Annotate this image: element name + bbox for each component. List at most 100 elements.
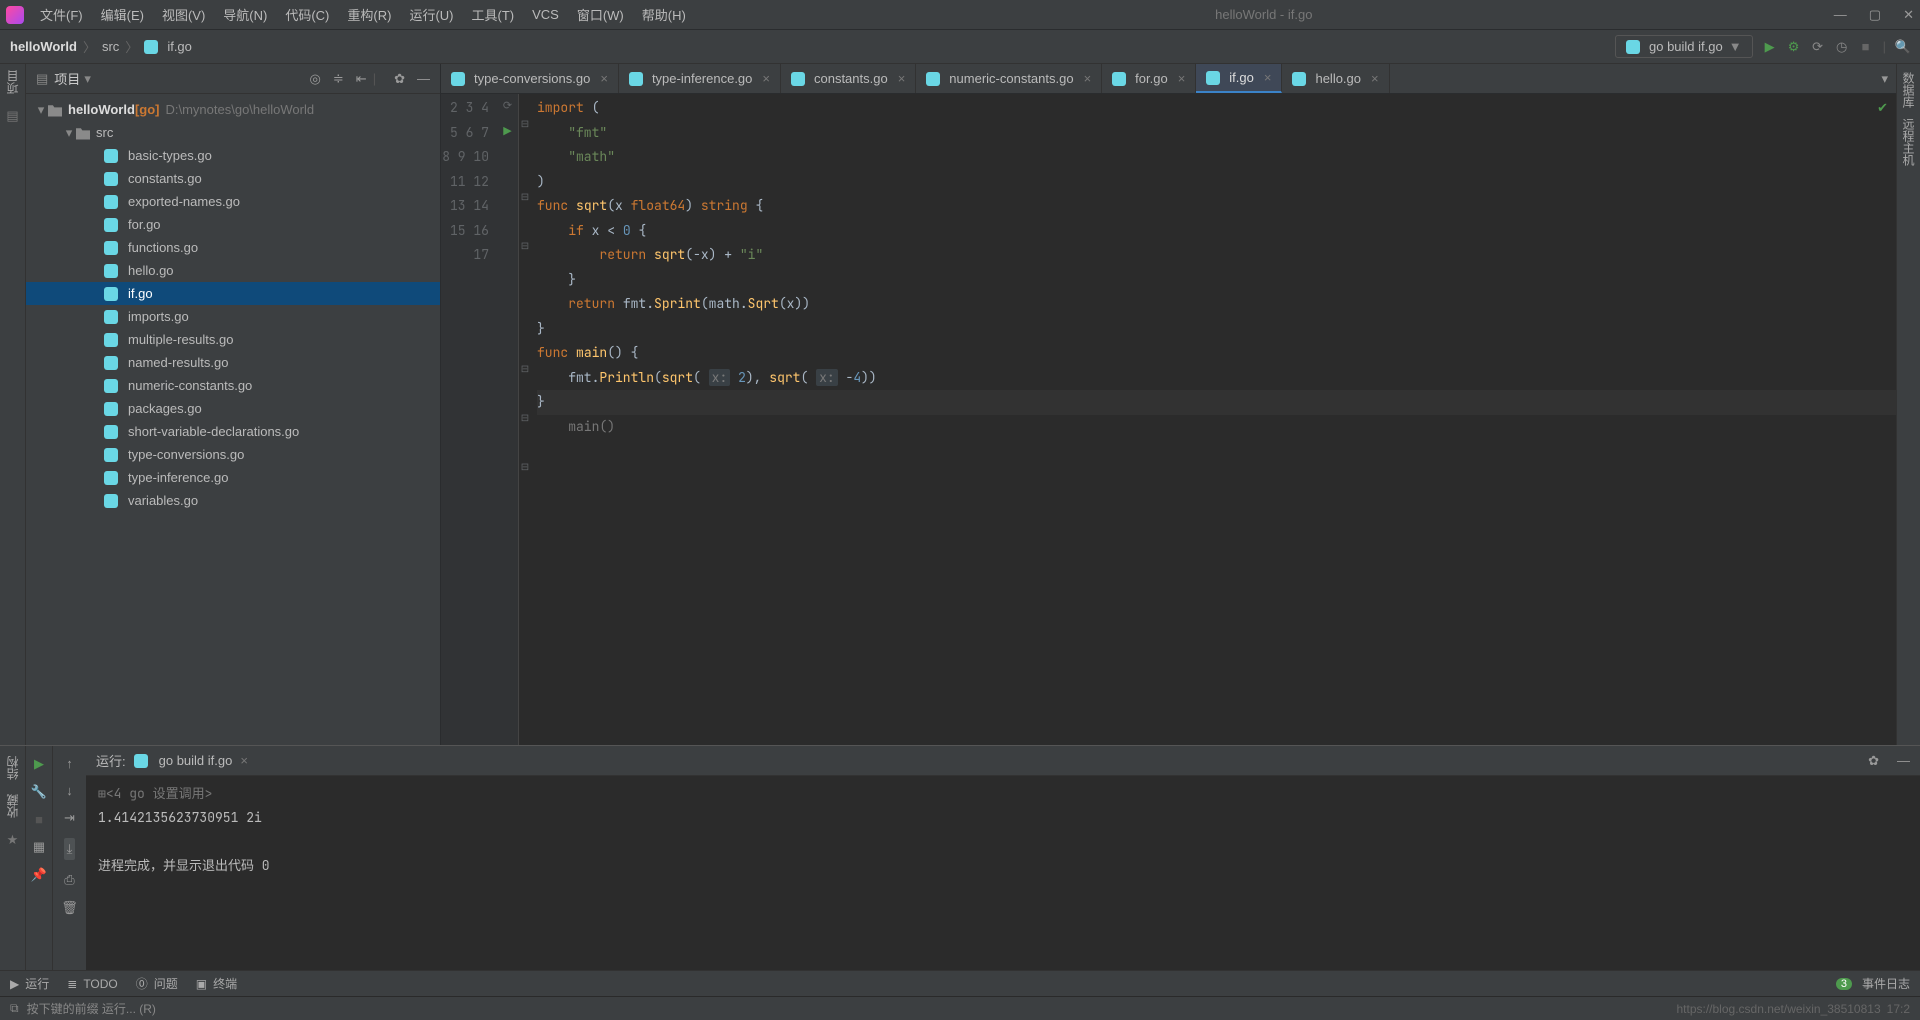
tree-file[interactable]: hello.go [26,259,440,282]
tree-file[interactable]: named-results.go [26,351,440,374]
menu-edit[interactable]: 编辑(E) [93,2,152,27]
go-file-icon [104,402,118,416]
tree-file[interactable]: short-variable-declarations.go [26,420,440,443]
search-icon[interactable]: 🔍 [1896,40,1910,54]
menu-run[interactable]: 运行(U) [401,2,461,27]
menu-refactor[interactable]: 重构(R) [339,2,399,27]
layout-icon[interactable]: ▦ [33,839,45,855]
bottom-todo[interactable]: ≣TODO [67,977,118,991]
tree-file[interactable]: multiple-results.go [26,328,440,351]
tab-remote-vertical[interactable]: 远程主机 [1900,118,1917,166]
menu-tools[interactable]: 工具(T) [463,2,522,27]
run-icon[interactable]: ▶ [1763,40,1777,54]
stop-icon[interactable]: ■ [1859,40,1873,54]
go-file-icon [629,72,643,86]
softwrap-icon[interactable]: ⇥ [64,810,75,826]
tab-structure-vertical[interactable]: 结构 [4,756,21,780]
close-tab-icon[interactable]: × [1084,71,1092,86]
quick-list-icon[interactable]: ⧉ [10,1001,19,1016]
up-icon[interactable]: ↑ [66,756,73,771]
close-tab-icon[interactable]: × [1264,70,1272,85]
tree-file[interactable]: packages.go [26,397,440,420]
tree-file[interactable]: type-inference.go [26,466,440,489]
tree-src[interactable]: ▾src [26,121,440,144]
tree-file[interactable]: type-conversions.go [26,443,440,466]
tab-project-vertical[interactable]: 项目 [4,70,21,94]
gear-icon[interactable]: ✿ [394,71,405,87]
locate-icon[interactable]: ◎ [310,71,321,87]
crumb-file[interactable]: if.go [167,39,192,54]
wrench-icon[interactable]: 🔧 [31,784,47,800]
minimize-icon[interactable]: — [1834,7,1847,23]
tree-file[interactable]: functions.go [26,236,440,259]
tree-file[interactable]: if.go [26,282,440,305]
rerun-icon[interactable]: ▶ [34,756,44,772]
tree-file[interactable]: constants.go [26,167,440,190]
close-icon[interactable]: ✕ [1903,7,1914,23]
tree-file[interactable]: exported-names.go [26,190,440,213]
inspection-ok-icon[interactable]: ✔ [1877,100,1888,116]
tree-file[interactable]: numeric-constants.go [26,374,440,397]
print-icon[interactable]: ⎙ [64,872,74,888]
tabs-overflow-icon[interactable]: ▾ [1873,64,1896,93]
tree-file[interactable]: for.go [26,213,440,236]
project-tree[interactable]: ▾helloWorld [go] D:\mynotes\go\helloWorl… [26,94,440,745]
maximize-icon[interactable]: ▢ [1869,7,1881,23]
close-tab-icon[interactable]: × [762,71,770,86]
menu-file[interactable]: 文件(F) [32,2,91,27]
gear-icon[interactable]: ✿ [1868,753,1879,769]
tree-root[interactable]: ▾helloWorld [go] D:\mynotes\go\helloWorl… [26,98,440,121]
run-tab-label[interactable]: go build if.go [159,753,233,768]
close-tab-icon[interactable]: × [898,71,906,86]
stop-icon[interactable]: ■ [35,812,43,827]
close-tab-icon[interactable]: × [600,71,608,86]
pin-icon[interactable]: 📌 [31,867,47,883]
bottom-terminal[interactable]: ▣终端 [196,975,237,992]
run-config-selector[interactable]: go build if.go ▼ [1615,35,1753,58]
debug-icon[interactable]: ⚙ [1787,40,1801,54]
profile-icon[interactable]: ◷ [1835,40,1849,54]
editor-tab[interactable]: for.go× [1102,64,1196,93]
code-area[interactable]: import ( "fmt" "math")func sqrt(x float6… [531,94,1896,745]
menu-vcs[interactable]: VCS [524,4,567,25]
window-title: helloWorld - if.go [696,7,1832,22]
scroll-to-end-icon[interactable]: ⤓ [64,838,76,860]
trash-icon[interactable]: 🗑 [61,900,78,916]
run-panel: 结构 收藏 ★ ▶ 🔧 ■ ▦ 📌 ↑ ↓ ⇥ ⤓ ⎙ 🗑 运行: go bui… [0,745,1920,970]
editor-tab[interactable]: if.go× [1196,64,1282,93]
breadcrumb[interactable]: helloWorld 〉 src 〉 if.go [10,37,192,56]
close-tab-icon[interactable]: × [1178,71,1186,86]
editor-tab[interactable]: type-conversions.go× [441,64,619,93]
menu-view[interactable]: 视图(V) [154,2,213,27]
crumb-root[interactable]: helloWorld [10,39,77,54]
fold-markers[interactable]: ⊟⊟⊟⊟⊟⊟ [519,94,531,745]
run-output[interactable]: ⊞<4 go 设置调用> 1.4142135623730951 2i 进程完成，… [86,776,1920,970]
bottom-problems[interactable]: ⓪问题 [136,975,178,992]
hide-icon[interactable]: — [1897,753,1910,768]
editor-tab[interactable]: constants.go× [781,64,916,93]
run-gutter[interactable]: ⟳▶ [497,94,519,745]
collapse-icon[interactable]: ⇤ [356,71,367,87]
expand-icon[interactable]: ≑ [333,71,344,87]
editor-tab[interactable]: type-inference.go× [619,64,781,93]
editor-tab[interactable]: numeric-constants.go× [916,64,1102,93]
close-tab-icon[interactable]: × [1371,71,1379,86]
run-output-buttons: ↑ ↓ ⇥ ⤓ ⎙ 🗑 [52,746,86,970]
tab-database-vertical[interactable]: 数据库 [1900,72,1917,108]
menu-navigate[interactable]: 导航(N) [215,2,275,27]
tab-favorites-vertical[interactable]: 收藏 [4,794,21,818]
tree-file[interactable]: basic-types.go [26,144,440,167]
tree-file[interactable]: variables.go [26,489,440,512]
editor[interactable]: 2 3 4 5 6 7 8 9 10 11 12 13 14 15 16 17 … [441,94,1896,745]
menu-code[interactable]: 代码(C) [277,2,337,27]
hide-icon[interactable]: — [417,71,430,86]
tree-file[interactable]: imports.go [26,305,440,328]
bottom-run[interactable]: ▶运行 [10,975,49,992]
crumb-src[interactable]: src [102,39,119,54]
menu-help[interactable]: 帮助(H) [634,2,694,27]
editor-tab[interactable]: hello.go× [1282,64,1389,93]
down-icon[interactable]: ↓ [66,783,73,798]
menu-window[interactable]: 窗口(W) [569,2,632,27]
coverage-icon[interactable]: ⟳ [1811,40,1825,54]
bottom-events[interactable]: 3事件日志 [1836,975,1910,992]
